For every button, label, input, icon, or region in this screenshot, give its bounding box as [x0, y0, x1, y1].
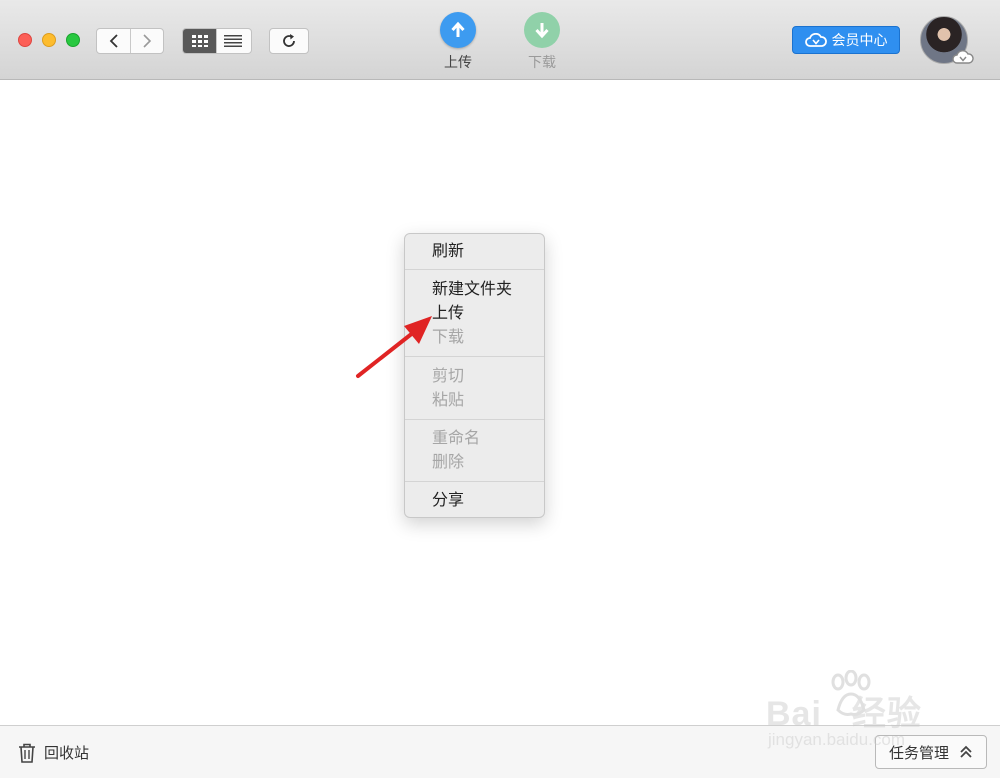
menu-separator — [405, 356, 544, 357]
chevron-right-icon — [143, 34, 152, 48]
app-window: 上传 下载 会员中心 刷新 新建文件夹 上传 下载 剪切 粘贴 重命名 删除 分… — [0, 0, 1000, 778]
refresh-button[interactable] — [269, 28, 309, 54]
minimize-window-button[interactable] — [42, 33, 56, 47]
menu-item-new-folder[interactable]: 新建文件夹 — [432, 278, 512, 300]
vip-center-button[interactable]: 会员中心 — [792, 26, 900, 54]
upload-toolbar-button[interactable]: 上传 — [433, 12, 483, 72]
refresh-icon — [283, 34, 295, 47]
navigation-buttons — [96, 28, 164, 54]
menu-item-upload[interactable]: 上传 — [432, 302, 464, 324]
close-window-button[interactable] — [18, 33, 32, 47]
grid-view-button[interactable] — [183, 29, 216, 53]
paw-icon — [831, 670, 871, 716]
trash-icon — [19, 743, 35, 763]
menu-item-cut[interactable]: 剪切 — [432, 365, 464, 387]
maximize-window-button[interactable] — [66, 33, 80, 47]
menu-separator — [405, 269, 544, 270]
recycle-bin-label: 回收站 — [44, 744, 90, 762]
upload-icon — [440, 12, 476, 48]
menu-item-download[interactable]: 下载 — [432, 326, 464, 348]
chevron-left-icon — [109, 34, 118, 48]
task-manager-label: 任务管理 — [888, 743, 949, 762]
context-menu: 刷新 新建文件夹 上传 下载 剪切 粘贴 重命名 删除 分享 — [404, 233, 545, 518]
menu-item-rename[interactable]: 重命名 — [432, 427, 480, 449]
download-toolbar-button[interactable]: 下载 — [517, 12, 567, 72]
task-manager-button[interactable]: 任务管理 — [875, 735, 987, 769]
menu-item-share[interactable]: 分享 — [432, 489, 464, 511]
upload-label: 上传 — [444, 55, 472, 71]
grid-icon — [191, 35, 208, 47]
list-icon — [224, 35, 242, 47]
vip-center-label: 会员中心 — [831, 33, 888, 49]
menu-item-paste[interactable]: 粘贴 — [432, 389, 464, 411]
forward-button[interactable] — [130, 29, 163, 53]
recycle-bin-button[interactable]: 回收站 — [18, 742, 89, 763]
toolbar: 上传 下载 会员中心 — [0, 0, 1000, 80]
menu-item-refresh[interactable]: 刷新 — [432, 240, 464, 262]
cloud-badge-icon — [952, 50, 974, 64]
list-view-button[interactable] — [216, 29, 249, 53]
cloud-icon — [804, 33, 827, 47]
menu-separator — [405, 419, 544, 420]
bottom-bar: 回收站 任务管理 — [0, 725, 1000, 778]
menu-item-delete[interactable]: 删除 — [432, 451, 464, 473]
back-button[interactable] — [97, 29, 130, 53]
download-label: 下载 — [528, 55, 556, 71]
download-icon — [524, 12, 560, 48]
view-mode-toggle — [182, 28, 252, 54]
double-chevron-up-icon — [960, 745, 972, 758]
menu-separator — [405, 481, 544, 482]
